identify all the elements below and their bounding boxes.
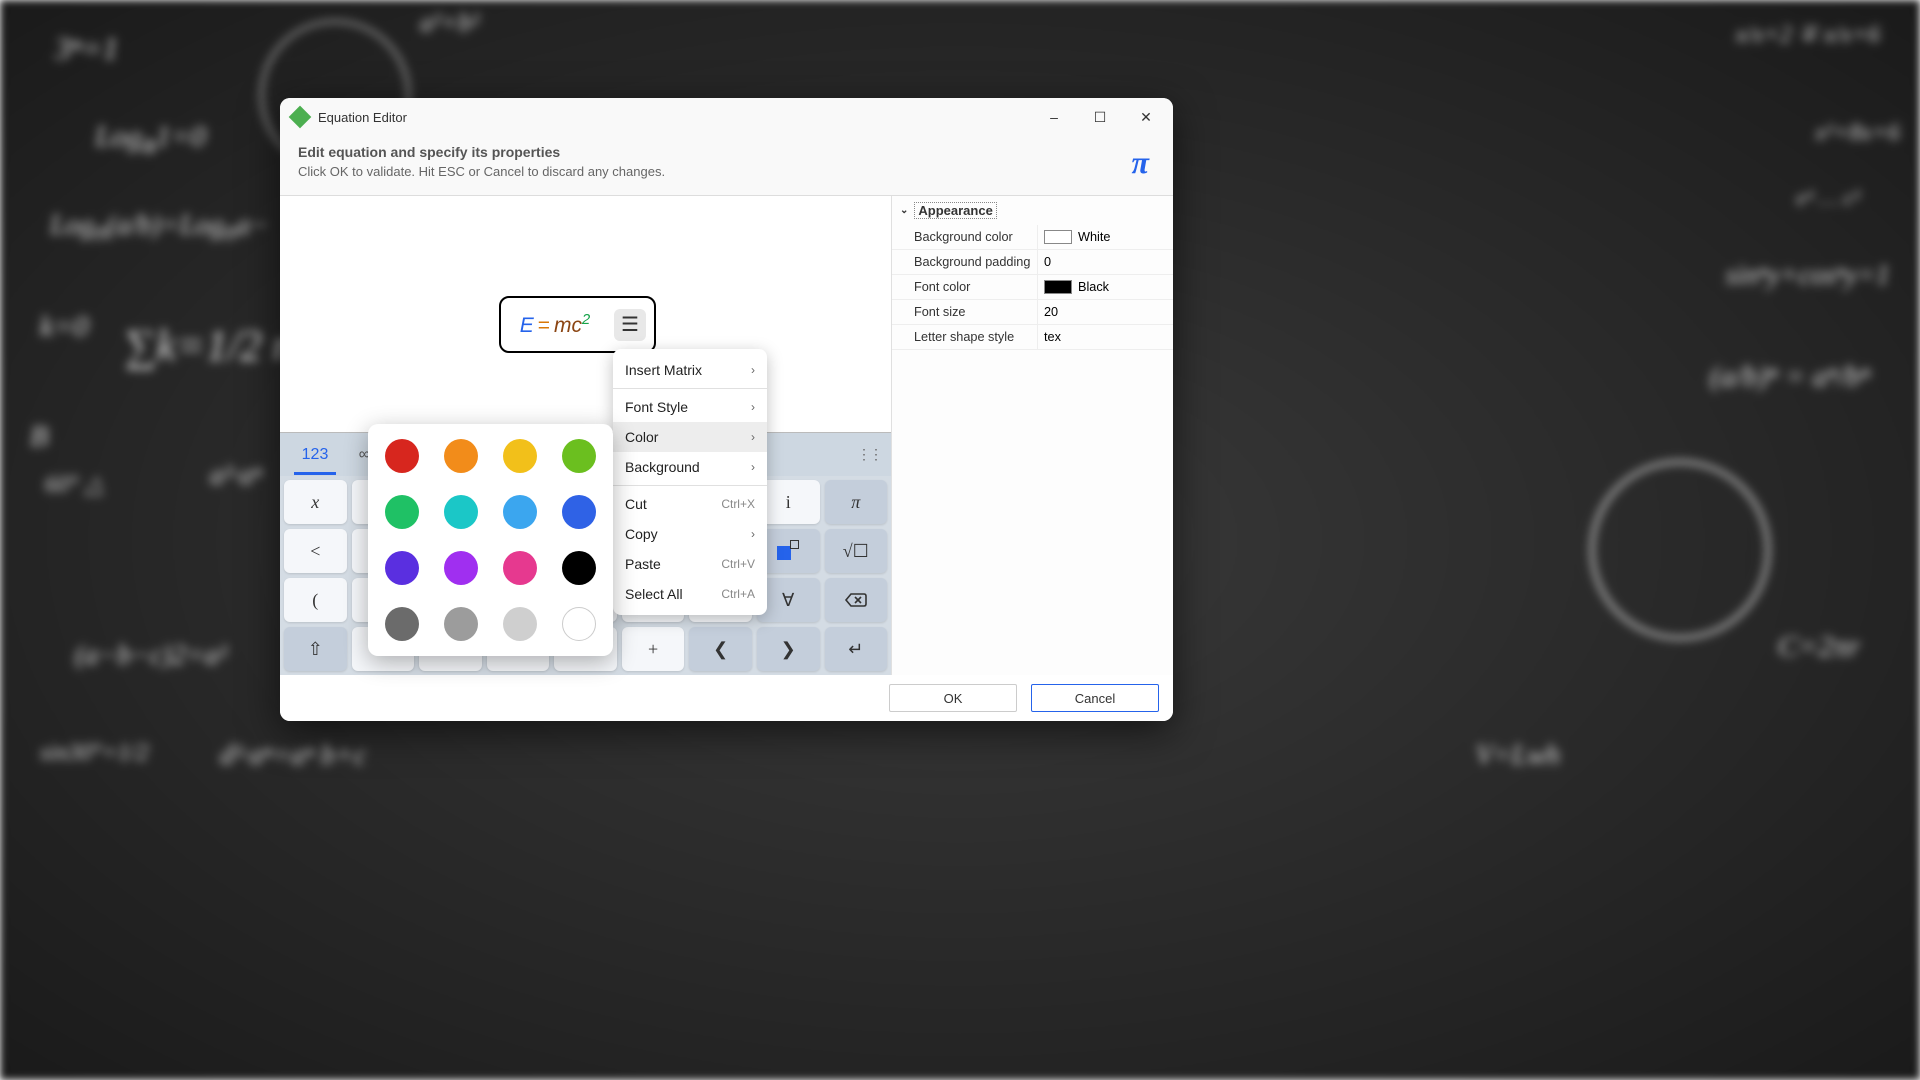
key-lt[interactable]: < <box>284 529 347 573</box>
menu-font-style[interactable]: Font Style › <box>613 392 767 422</box>
context-menu: Insert Matrix › Font Style › Color › Bac… <box>613 349 767 615</box>
maximize-button[interactable]: ☐ <box>1077 101 1123 133</box>
menu-separator <box>613 485 767 486</box>
swatch-black <box>1044 280 1072 294</box>
key-pi[interactable]: π <box>825 480 888 524</box>
chevron-right-icon: › <box>751 363 755 377</box>
key-enter[interactable]: ↵ <box>825 627 888 671</box>
window-title: Equation Editor <box>318 110 1031 125</box>
equation-menu-button[interactable]: ☰ <box>614 309 646 341</box>
color-palette-popup <box>368 424 613 656</box>
color-swatch-14[interactable] <box>503 607 537 641</box>
close-button[interactable]: ✕ <box>1123 101 1169 133</box>
chevron-right-icon: › <box>751 460 755 474</box>
equation-E: E <box>520 314 534 337</box>
properties-panel: ⌄ Appearance Background color White Back… <box>891 196 1173 675</box>
pi-icon: π <box>1132 144 1149 181</box>
color-swatch-7[interactable] <box>562 495 596 529</box>
chevron-right-icon: › <box>751 430 755 444</box>
tab-numeric[interactable]: 123 <box>286 435 344 475</box>
footer: OK Cancel <box>280 675 1173 721</box>
key-left[interactable]: ❮ <box>689 627 752 671</box>
key-x[interactable]: x <box>284 480 347 524</box>
menu-color[interactable]: Color › <box>613 422 767 452</box>
ok-button[interactable]: OK <box>889 684 1017 712</box>
properties-section-label: Appearance <box>914 202 996 219</box>
key-plus[interactable]: + <box>622 627 685 671</box>
color-swatch-1[interactable] <box>444 439 478 473</box>
key-right[interactable]: ❯ <box>757 627 820 671</box>
prop-letter-shape-style[interactable]: Letter shape style tex <box>892 325 1173 350</box>
minimize-button[interactable]: – <box>1031 101 1077 133</box>
color-swatch-5[interactable] <box>444 495 478 529</box>
key-backspace[interactable] <box>825 578 888 622</box>
color-swatch-8[interactable] <box>385 551 419 585</box>
color-swatch-2[interactable] <box>503 439 537 473</box>
swatch-white <box>1044 230 1072 244</box>
chevron-right-icon: › <box>751 400 755 414</box>
menu-cut[interactable]: Cut Ctrl+X <box>613 489 767 519</box>
keypad-handle[interactable]: ⋮⋮ <box>857 446 885 463</box>
key-sqrt[interactable]: √☐ <box>825 529 888 573</box>
backspace-icon <box>844 588 868 612</box>
color-swatch-4[interactable] <box>385 495 419 529</box>
prop-font-size[interactable]: Font size 20 <box>892 300 1173 325</box>
color-swatch-9[interactable] <box>444 551 478 585</box>
header-title: Edit equation and specify its properties <box>298 144 1132 160</box>
equation-equals: = <box>538 314 550 337</box>
color-swatch-3[interactable] <box>562 439 596 473</box>
menu-copy[interactable]: Copy › <box>613 519 767 549</box>
color-swatch-13[interactable] <box>444 607 478 641</box>
equation-box[interactable]: E=mc2 ☰ <box>499 296 656 353</box>
color-swatch-15[interactable] <box>562 607 596 641</box>
color-swatch-12[interactable] <box>385 607 419 641</box>
prop-background-color[interactable]: Background color White <box>892 225 1173 250</box>
menu-insert-matrix[interactable]: Insert Matrix › <box>613 355 767 385</box>
header-section: Edit equation and specify its properties… <box>280 136 1173 196</box>
hamburger-icon: ☰ <box>621 312 639 337</box>
color-swatch-6[interactable] <box>503 495 537 529</box>
menu-select-all[interactable]: Select All Ctrl+A <box>613 579 767 609</box>
equation-m: m <box>554 314 572 337</box>
color-swatch-0[interactable] <box>385 439 419 473</box>
color-swatch-11[interactable] <box>562 551 596 585</box>
header-subtitle: Click OK to validate. Hit ESC or Cancel … <box>298 164 1132 179</box>
titlebar: Equation Editor – ☐ ✕ <box>280 98 1173 136</box>
equation-sup: 2 <box>582 312 590 328</box>
chevron-down-icon: ⌄ <box>900 205 908 216</box>
menu-background[interactable]: Background › <box>613 452 767 482</box>
menu-paste[interactable]: Paste Ctrl+V <box>613 549 767 579</box>
key-lparen[interactable]: ( <box>284 578 347 622</box>
prop-font-color[interactable]: Font color Black <box>892 275 1173 300</box>
key-shift[interactable]: ⇧ <box>284 627 347 671</box>
properties-section-header[interactable]: ⌄ Appearance <box>892 196 1173 225</box>
app-icon <box>289 106 312 129</box>
menu-separator <box>613 388 767 389</box>
equation-c: c <box>572 314 583 337</box>
prop-background-padding[interactable]: Background padding 0 <box>892 250 1173 275</box>
cancel-button[interactable]: Cancel <box>1031 684 1159 712</box>
chevron-right-icon: › <box>751 527 755 541</box>
color-swatch-10[interactable] <box>503 551 537 585</box>
